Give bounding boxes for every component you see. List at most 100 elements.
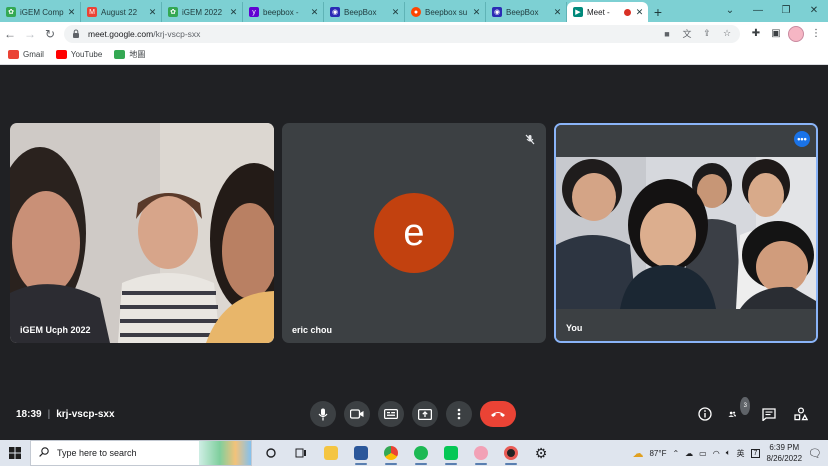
close-tab-icon[interactable]: ✕	[310, 7, 319, 18]
back-button[interactable]: ←	[0, 24, 20, 44]
activities-button[interactable]	[792, 405, 810, 423]
close-tab-icon[interactable]: ✕	[67, 7, 76, 18]
bookmark-star-icon[interactable]: ☆	[720, 27, 734, 41]
tab-reddit-beepbox[interactable]: ● Beepbox su ✕	[405, 2, 486, 22]
new-tab-button[interactable]: +	[648, 2, 668, 22]
avatar-initial: e	[403, 211, 425, 254]
line-icon[interactable]	[438, 440, 464, 466]
share-icon[interactable]: ⇪	[700, 27, 714, 41]
bookmark-youtube[interactable]: YouTube	[55, 50, 102, 59]
tab-igem-comp[interactable]: ✿ iGEM Comp ✕	[0, 2, 81, 22]
tab-title: BeepBox	[506, 7, 539, 17]
close-tab-icon[interactable]: ✕	[472, 7, 481, 18]
chat-icon	[762, 407, 776, 421]
taskbar-apps: ⚙	[258, 440, 554, 466]
participant-name: iGEM Ucph 2022	[20, 325, 91, 335]
system-tray: ☁ 87°F ⌃ ☁ ▭ ◠ 🔈︎ 英 7 6:39 PM 8/26/2022 …	[632, 440, 828, 466]
onedrive-icon[interactable]: ☁	[685, 449, 693, 458]
tab-igem-2022[interactable]: ✿ iGEM 2022 ✕	[162, 2, 243, 22]
tab-beepbox-2[interactable]: ◉ BeepBox ✕	[486, 2, 567, 22]
present-button[interactable]	[412, 401, 438, 427]
clock[interactable]: 6:39 PM 8/26/2022	[766, 442, 802, 464]
tab-beepbox-1[interactable]: ◉ BeepBox ✕	[324, 2, 405, 22]
microphone-icon	[318, 408, 328, 420]
forward-button[interactable]: →	[20, 24, 40, 44]
weather-temp[interactable]: 87°F	[649, 449, 666, 458]
windows-taskbar: Type here to search ⚙ ☁ 87°F ⌃ ☁ ▭ ◠ 🔈︎ …	[0, 440, 828, 466]
search-highlight-illustration	[199, 441, 251, 465]
start-button[interactable]	[0, 440, 30, 466]
camera-in-use-icon[interactable]: ■	[660, 27, 674, 41]
participant-tile-eric-chou[interactable]: e eric chou	[282, 123, 546, 343]
network-icon[interactable]: ◠	[713, 449, 720, 458]
participant-avatar: e	[374, 193, 454, 273]
search-icon	[39, 447, 49, 459]
people-icon	[728, 411, 737, 417]
tab-yahoo-beepbox[interactable]: y beepbox - ✕	[243, 2, 324, 22]
more-options-button[interactable]	[446, 401, 472, 427]
window-controls: ⌄ — ❐ ✕	[716, 0, 828, 20]
beepbox-icon: ◉	[492, 7, 502, 17]
tab-search-icon[interactable]: ⌄	[716, 0, 744, 20]
close-tab-icon[interactable]: ✕	[553, 7, 562, 18]
close-tab-icon[interactable]: ✕	[391, 7, 400, 18]
close-tab-icon[interactable]: ✕	[635, 7, 644, 18]
show-hidden-icons-icon[interactable]: ⌃	[672, 449, 679, 458]
settings-icon[interactable]: ⚙	[528, 440, 554, 466]
profile-avatar[interactable]	[788, 25, 804, 42]
chat-button[interactable]	[760, 405, 778, 423]
lock-icon[interactable]	[72, 29, 82, 39]
notifications-icon[interactable]: 🗨︎	[808, 447, 822, 460]
side-panel-icon[interactable]: ▣	[768, 26, 784, 42]
address-bar[interactable]: meet.google.com/krj-vscp-sxx ■ 文 ⇪ ☆	[64, 24, 740, 43]
chrome-menu-icon[interactable]: ⋮	[808, 26, 824, 42]
bookmark-gmail[interactable]: Gmail	[8, 50, 44, 59]
tab-title: August 22	[101, 7, 138, 17]
people-button[interactable]: 3	[728, 397, 750, 423]
media-player-icon[interactable]	[498, 440, 524, 466]
extensions-icon[interactable]: ✚	[748, 26, 764, 42]
meeting-details: 18:39 | krj-vscp-sxx	[16, 409, 115, 420]
word-icon[interactable]	[348, 440, 374, 466]
battery-icon[interactable]: ▭	[699, 449, 707, 458]
close-window-button[interactable]: ✕	[800, 0, 828, 20]
present-screen-icon	[418, 408, 432, 420]
cortana-icon[interactable]	[258, 440, 284, 466]
spotify-icon[interactable]	[408, 440, 434, 466]
leave-call-button[interactable]	[480, 401, 516, 427]
close-tab-icon[interactable]: ✕	[229, 7, 238, 18]
reload-button[interactable]: ↻	[40, 24, 60, 44]
bookmark-maps[interactable]: 地圖	[114, 49, 145, 60]
tab-gmail[interactable]: M August 22 ✕	[81, 2, 162, 22]
ime-indicator[interactable]: 英	[737, 448, 745, 459]
volume-icon[interactable]: 🔈︎	[726, 448, 731, 458]
meeting-info-button[interactable]	[696, 405, 714, 423]
meet-side-controls: 3	[696, 397, 810, 423]
tab-meet[interactable]: ▶ Meet - ✕	[567, 2, 648, 22]
participant-video	[10, 123, 274, 343]
calendar-badge[interactable]: 7	[750, 448, 761, 458]
weather-icon[interactable]: ☁	[632, 447, 643, 460]
taskbar-search[interactable]: Type here to search	[30, 440, 252, 466]
more-options-icon[interactable]: •••	[794, 131, 810, 147]
captions-button[interactable]	[378, 401, 404, 427]
chrome-profile-icon[interactable]	[468, 440, 494, 466]
file-explorer-icon[interactable]	[318, 440, 344, 466]
mic-off-icon	[522, 131, 538, 147]
participant-tile-you[interactable]: ••• You	[554, 123, 818, 343]
url-host: meet.google.com	[88, 28, 154, 39]
camera-button[interactable]	[344, 401, 370, 427]
task-view-icon[interactable]	[288, 440, 314, 466]
gear-icon: ✿	[168, 7, 178, 17]
recording-indicator-icon	[624, 8, 631, 16]
participant-tile-igem-ucph[interactable]: iGEM Ucph 2022	[10, 123, 274, 343]
participant-count-badge: 3	[740, 397, 750, 415]
tab-title: iGEM 2022	[182, 7, 223, 17]
chrome-icon[interactable]	[378, 440, 404, 466]
translate-icon[interactable]: 文	[680, 27, 694, 41]
minimize-button[interactable]: —	[744, 0, 772, 20]
self-video	[556, 125, 816, 341]
restore-button[interactable]: ❐	[772, 0, 800, 20]
close-tab-icon[interactable]: ✕	[148, 7, 157, 18]
microphone-button[interactable]	[310, 401, 336, 427]
